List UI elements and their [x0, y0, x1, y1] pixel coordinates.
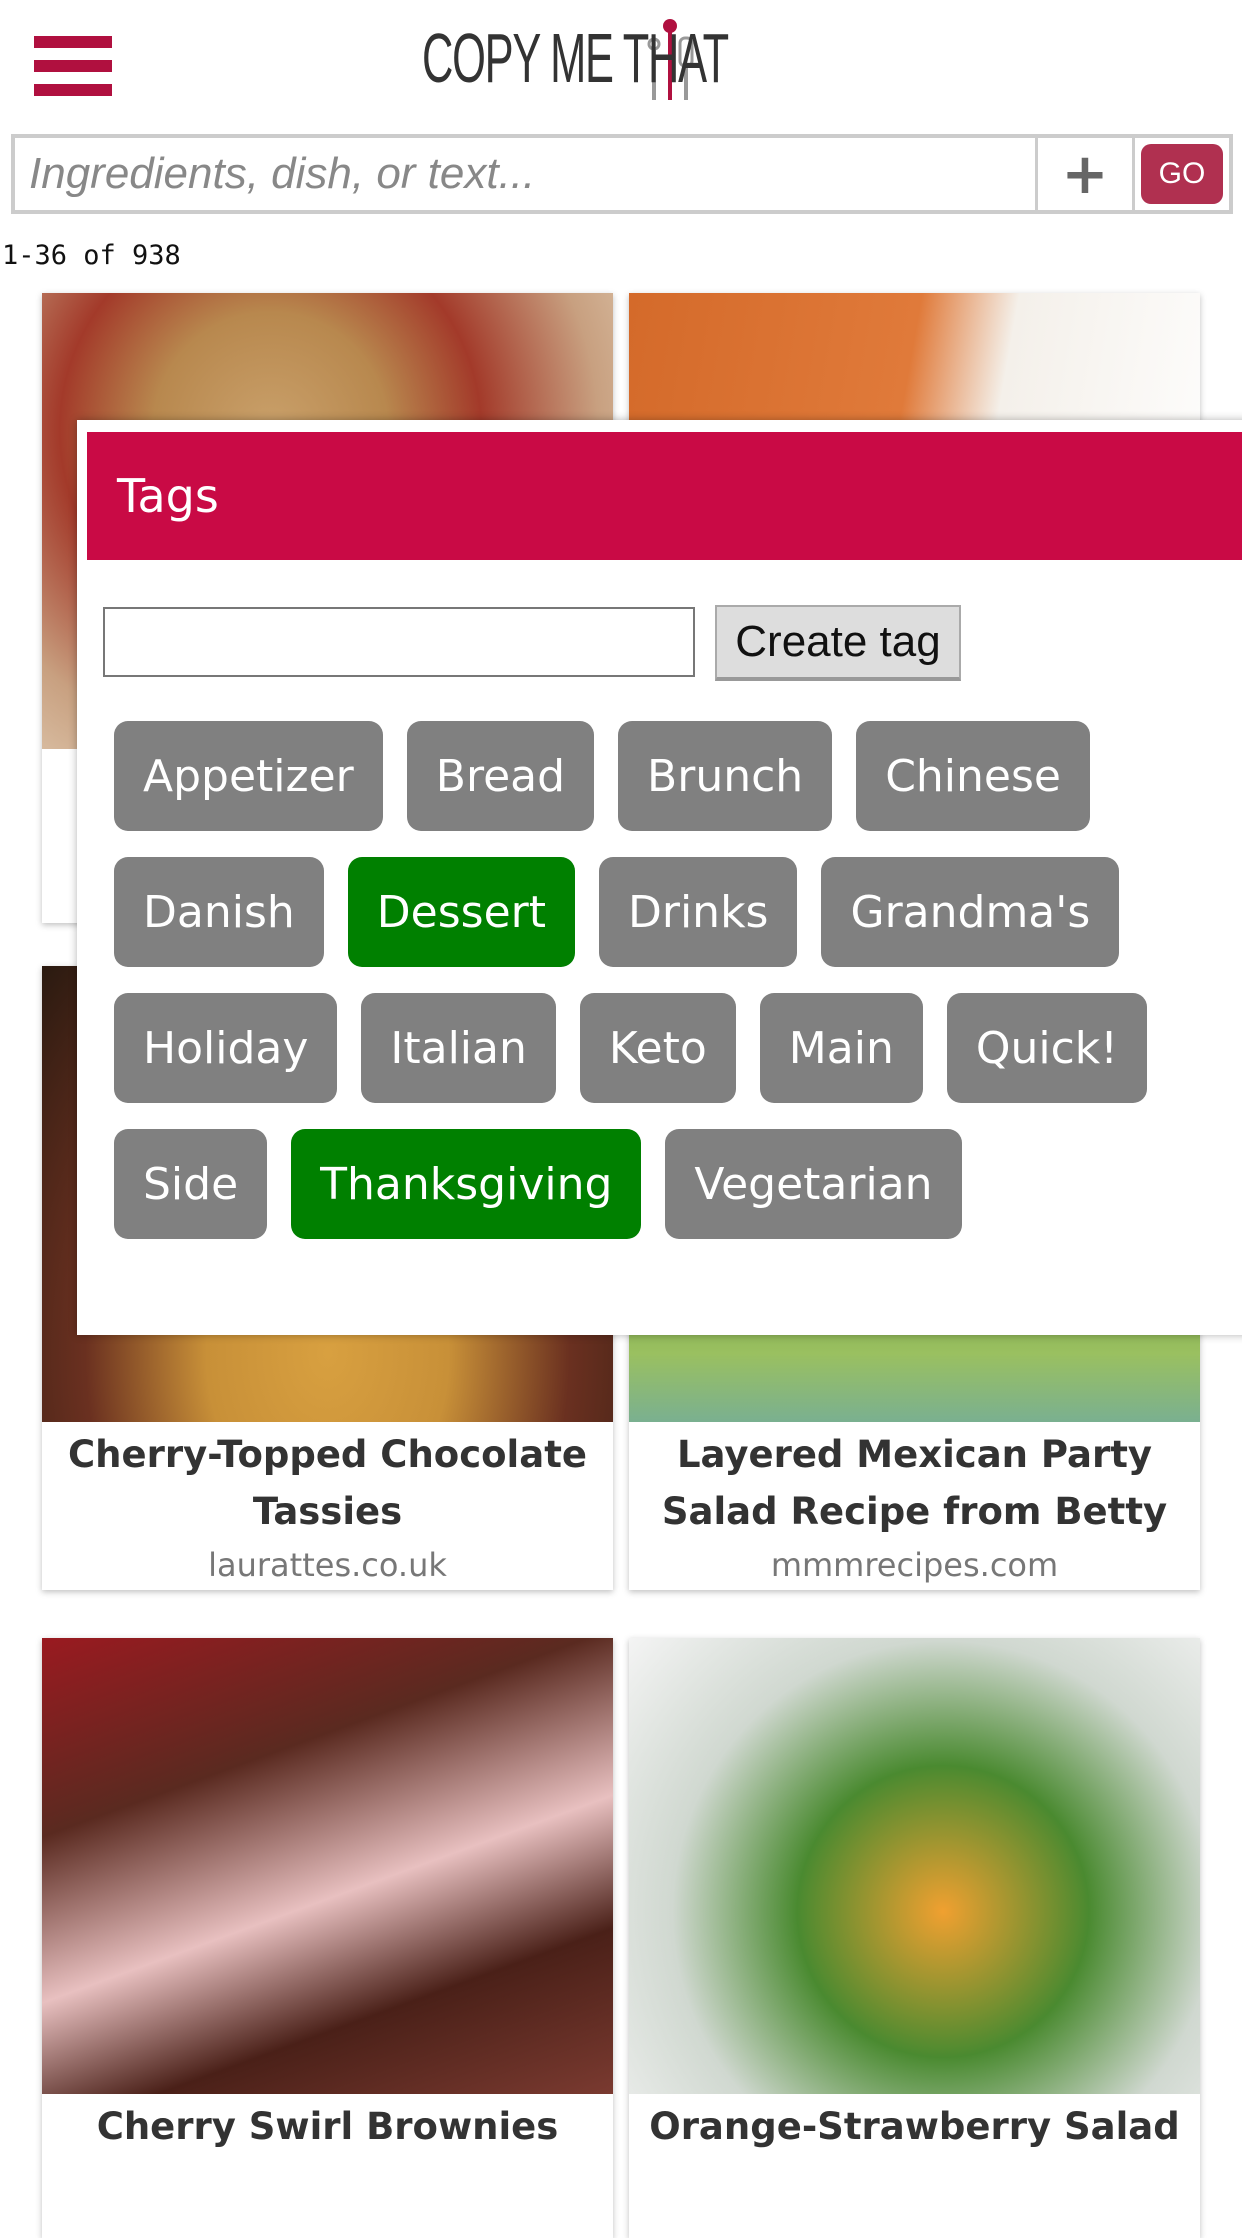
search-bar: + GO — [11, 134, 1233, 214]
recipe-title[interactable]: Cherry-Topped Chocolate Tassies — [42, 1422, 613, 1540]
recipe-source: mmmrecipes.com — [770, 1546, 1059, 1584]
recipe-card[interactable]: Cherry Swirl Brownies — [42, 1638, 613, 2238]
hamburger-icon-bar — [34, 36, 112, 48]
hamburger-icon-bar — [34, 84, 112, 96]
results-count: 1-36 of 938 — [2, 240, 181, 271]
tag-chip[interactable]: Grandma's — [821, 857, 1120, 967]
modal-header: Tags — [87, 432, 1242, 560]
menu-button[interactable] — [34, 36, 112, 96]
tag-chip[interactable]: Brunch — [618, 721, 833, 831]
tag-chip[interactable]: Holiday — [114, 993, 338, 1103]
modal-title: Tags — [117, 469, 219, 523]
tag-chip[interactable]: Chinese — [856, 721, 1090, 831]
logo[interactable]: COPY ME THAT — [422, 14, 729, 102]
tag-chip[interactable]: Drinks — [598, 857, 798, 967]
tag-chip[interactable]: Keto — [579, 993, 736, 1103]
search-input[interactable] — [15, 138, 1035, 210]
recipe-image — [42, 1638, 613, 2094]
recipe-source: laurattes.co.uk — [208, 1546, 447, 1584]
go-button[interactable]: GO — [1141, 144, 1223, 204]
tag-chip[interactable]: Thanksgiving — [291, 1129, 642, 1239]
recipe-card[interactable]: Orange-Strawberry Salad — [629, 1638, 1200, 2238]
add-recipe-button[interactable]: + — [1035, 138, 1135, 210]
tag-chip[interactable]: Quick! — [946, 993, 1147, 1103]
tag-chip[interactable]: Appetizer — [114, 721, 383, 831]
tag-chip[interactable]: Dessert — [347, 857, 575, 967]
tags-modal: Tags Create tag Appetizer Bread Brunch Chin… — [77, 420, 1242, 1335]
tag-chip[interactable]: Main — [759, 993, 923, 1103]
recipe-image — [629, 1638, 1200, 2094]
recipe-title[interactable]: Layered Mexican Party Salad Recipe from … — [629, 1422, 1200, 1540]
recipe-title[interactable]: Cherry Swirl Brownies — [42, 2094, 613, 2155]
tag-list: Appetizer Bread Brunch Chinese Danish Dessert… — [114, 721, 1234, 1239]
recipe-title[interactable]: Orange-Strawberry Salad — [629, 2094, 1200, 2155]
tag-chip[interactable]: Vegetarian — [665, 1129, 962, 1239]
new-tag-input[interactable] — [103, 607, 695, 677]
tag-chip[interactable]: Danish — [114, 857, 324, 967]
tag-chip[interactable]: Bread — [406, 721, 595, 831]
create-tag-button[interactable]: Create tag — [715, 605, 961, 681]
hamburger-icon-bar — [34, 60, 112, 72]
tag-chip[interactable]: Italian — [361, 993, 556, 1103]
logo-text: COPY ME THAT — [422, 19, 729, 97]
tag-chip[interactable]: Side — [114, 1129, 268, 1239]
